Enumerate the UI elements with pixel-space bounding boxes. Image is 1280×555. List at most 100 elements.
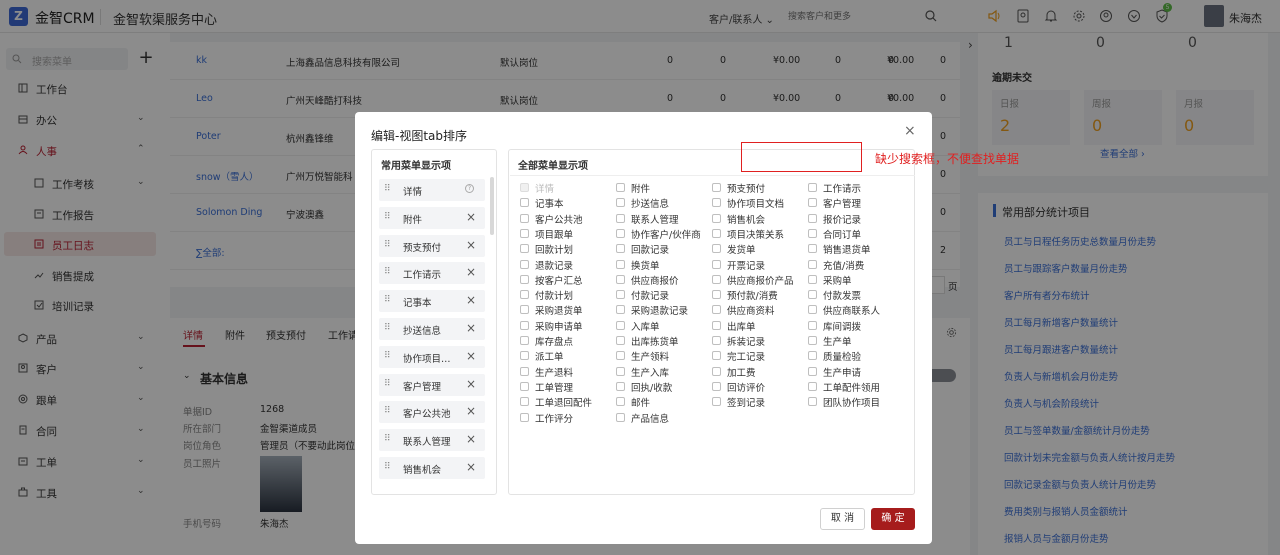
common-menu-item[interactable]: ⠿ 预支预付 × (379, 234, 485, 257)
checkbox-box[interactable] (616, 305, 625, 315)
common-menu-item[interactable]: ⠿ 客户管理 × (379, 373, 485, 396)
checkbox-box[interactable] (520, 351, 529, 361)
checkbox-box[interactable] (808, 290, 817, 300)
checkbox-box[interactable] (712, 320, 721, 330)
checkbox-box[interactable] (520, 244, 529, 254)
remove-icon[interactable]: × (466, 238, 476, 252)
remove-icon[interactable]: × (466, 349, 476, 363)
checkbox-box[interactable] (808, 397, 817, 407)
close-icon[interactable]: × (904, 123, 916, 139)
drag-handle-icon[interactable]: ⠿ (384, 295, 391, 305)
drag-handle-icon[interactable]: ⠿ (384, 240, 391, 250)
checkbox-box[interactable] (616, 397, 625, 407)
remove-icon[interactable]: × (466, 293, 476, 307)
remove-icon[interactable]: × (466, 460, 476, 474)
checkbox-box[interactable] (520, 274, 529, 284)
checkbox-box[interactable] (616, 412, 625, 422)
remove-icon[interactable]: × (466, 321, 476, 335)
checkbox-box[interactable] (520, 366, 529, 376)
remove-icon[interactable]: × (466, 265, 476, 279)
drag-handle-icon[interactable]: ⠿ (384, 406, 391, 416)
common-menu-item[interactable]: ⠿ 附件 × (379, 206, 485, 229)
checkbox-box[interactable] (712, 228, 721, 238)
drag-handle-icon[interactable]: ⠿ (384, 434, 391, 444)
checkbox-box[interactable] (712, 183, 721, 192)
checkbox-box[interactable] (712, 381, 721, 391)
checkbox-box[interactable] (712, 305, 721, 315)
drag-handle-icon[interactable]: ⠿ (384, 212, 391, 222)
checkbox-box[interactable] (520, 228, 529, 238)
checkbox-box[interactable] (712, 397, 721, 407)
checkbox-box[interactable] (808, 244, 817, 254)
scrollbar[interactable] (490, 177, 494, 235)
checkbox-box[interactable] (520, 397, 529, 407)
help-icon[interactable]: ? (465, 184, 474, 193)
checkbox-box[interactable] (808, 351, 817, 361)
checkbox-box[interactable] (808, 213, 817, 223)
common-menu-item[interactable]: ⠿ 工作请示 × (379, 262, 485, 285)
common-menu-item[interactable]: ⠿ 抄送信息 × (379, 318, 485, 340)
checkbox-box[interactable] (712, 290, 721, 300)
common-menu-item[interactable]: ⠿ 客户公共池 × (379, 401, 485, 424)
checkbox-box[interactable] (616, 228, 625, 238)
drag-handle-icon[interactable]: ⠿ (384, 379, 391, 389)
checkbox-label: 入库单 (631, 321, 660, 333)
checkbox-box[interactable] (520, 305, 529, 315)
common-menu-item[interactable]: ⠿ 联系人管理 × (379, 429, 485, 452)
common-menu-item[interactable]: ⠿ 协作项目文档 × (379, 345, 485, 368)
checkbox-box[interactable] (712, 244, 721, 254)
checkbox-box[interactable] (712, 259, 721, 269)
checkbox-box[interactable] (616, 320, 625, 330)
checkbox-box[interactable] (520, 412, 529, 422)
remove-icon[interactable]: × (466, 432, 476, 446)
checkbox-box[interactable] (808, 183, 817, 192)
drag-handle-icon[interactable]: ⠿ (384, 267, 391, 277)
checkbox-box[interactable] (712, 351, 721, 361)
remove-icon[interactable]: × (466, 377, 476, 391)
checkbox-box[interactable] (616, 183, 625, 192)
cancel-button[interactable]: 取 消 (820, 508, 865, 530)
checkbox-box[interactable] (616, 198, 625, 208)
checkbox-box[interactable] (808, 336, 817, 345)
checkbox-box[interactable] (616, 274, 625, 284)
checkbox-box[interactable] (712, 274, 721, 284)
checkbox-box[interactable] (616, 366, 625, 376)
checkbox-box[interactable] (712, 198, 721, 208)
checkbox-box[interactable] (808, 259, 817, 269)
checkbox-box[interactable] (712, 366, 721, 376)
checkbox-box[interactable] (808, 305, 817, 315)
checkbox-box[interactable] (616, 259, 625, 269)
checkbox-box[interactable] (712, 336, 721, 345)
drag-handle-icon[interactable]: ⠿ (384, 323, 391, 333)
checkbox-box[interactable] (520, 336, 529, 345)
checkbox-box[interactable] (520, 213, 529, 223)
checkbox-box[interactable] (808, 198, 817, 208)
checkbox-box[interactable] (520, 259, 529, 269)
checkbox-box[interactable] (520, 183, 529, 192)
drag-handle-icon[interactable]: ⠿ (384, 462, 391, 472)
checkbox-box[interactable] (520, 381, 529, 391)
checkbox-box[interactable] (520, 198, 529, 208)
checkbox-box[interactable] (616, 290, 625, 300)
drag-handle-icon[interactable]: ⠿ (384, 184, 391, 194)
checkbox-box[interactable] (808, 228, 817, 238)
checkbox-box[interactable] (520, 320, 529, 330)
checkbox-box[interactable] (520, 290, 529, 300)
common-menu-item[interactable]: ⠿ 详情? (379, 179, 485, 201)
common-menu-item[interactable]: ⠿ 记事本 × (379, 290, 485, 313)
checkbox-box[interactable] (808, 366, 817, 376)
checkbox-box[interactable] (616, 351, 625, 361)
checkbox-box[interactable] (616, 336, 625, 345)
remove-icon[interactable]: × (466, 210, 476, 224)
common-menu-item[interactable]: ⠿ 销售机会 × (379, 457, 485, 479)
remove-icon[interactable]: × (466, 404, 476, 418)
checkbox-box[interactable] (616, 213, 625, 223)
confirm-button[interactable]: 确 定 (871, 508, 915, 530)
checkbox-box[interactable] (712, 213, 721, 223)
checkbox-box[interactable] (616, 244, 625, 254)
checkbox-box[interactable] (808, 274, 817, 284)
checkbox-box[interactable] (808, 381, 817, 391)
drag-handle-icon[interactable]: ⠿ (384, 351, 391, 361)
checkbox-box[interactable] (616, 381, 625, 391)
checkbox-box[interactable] (808, 320, 817, 330)
